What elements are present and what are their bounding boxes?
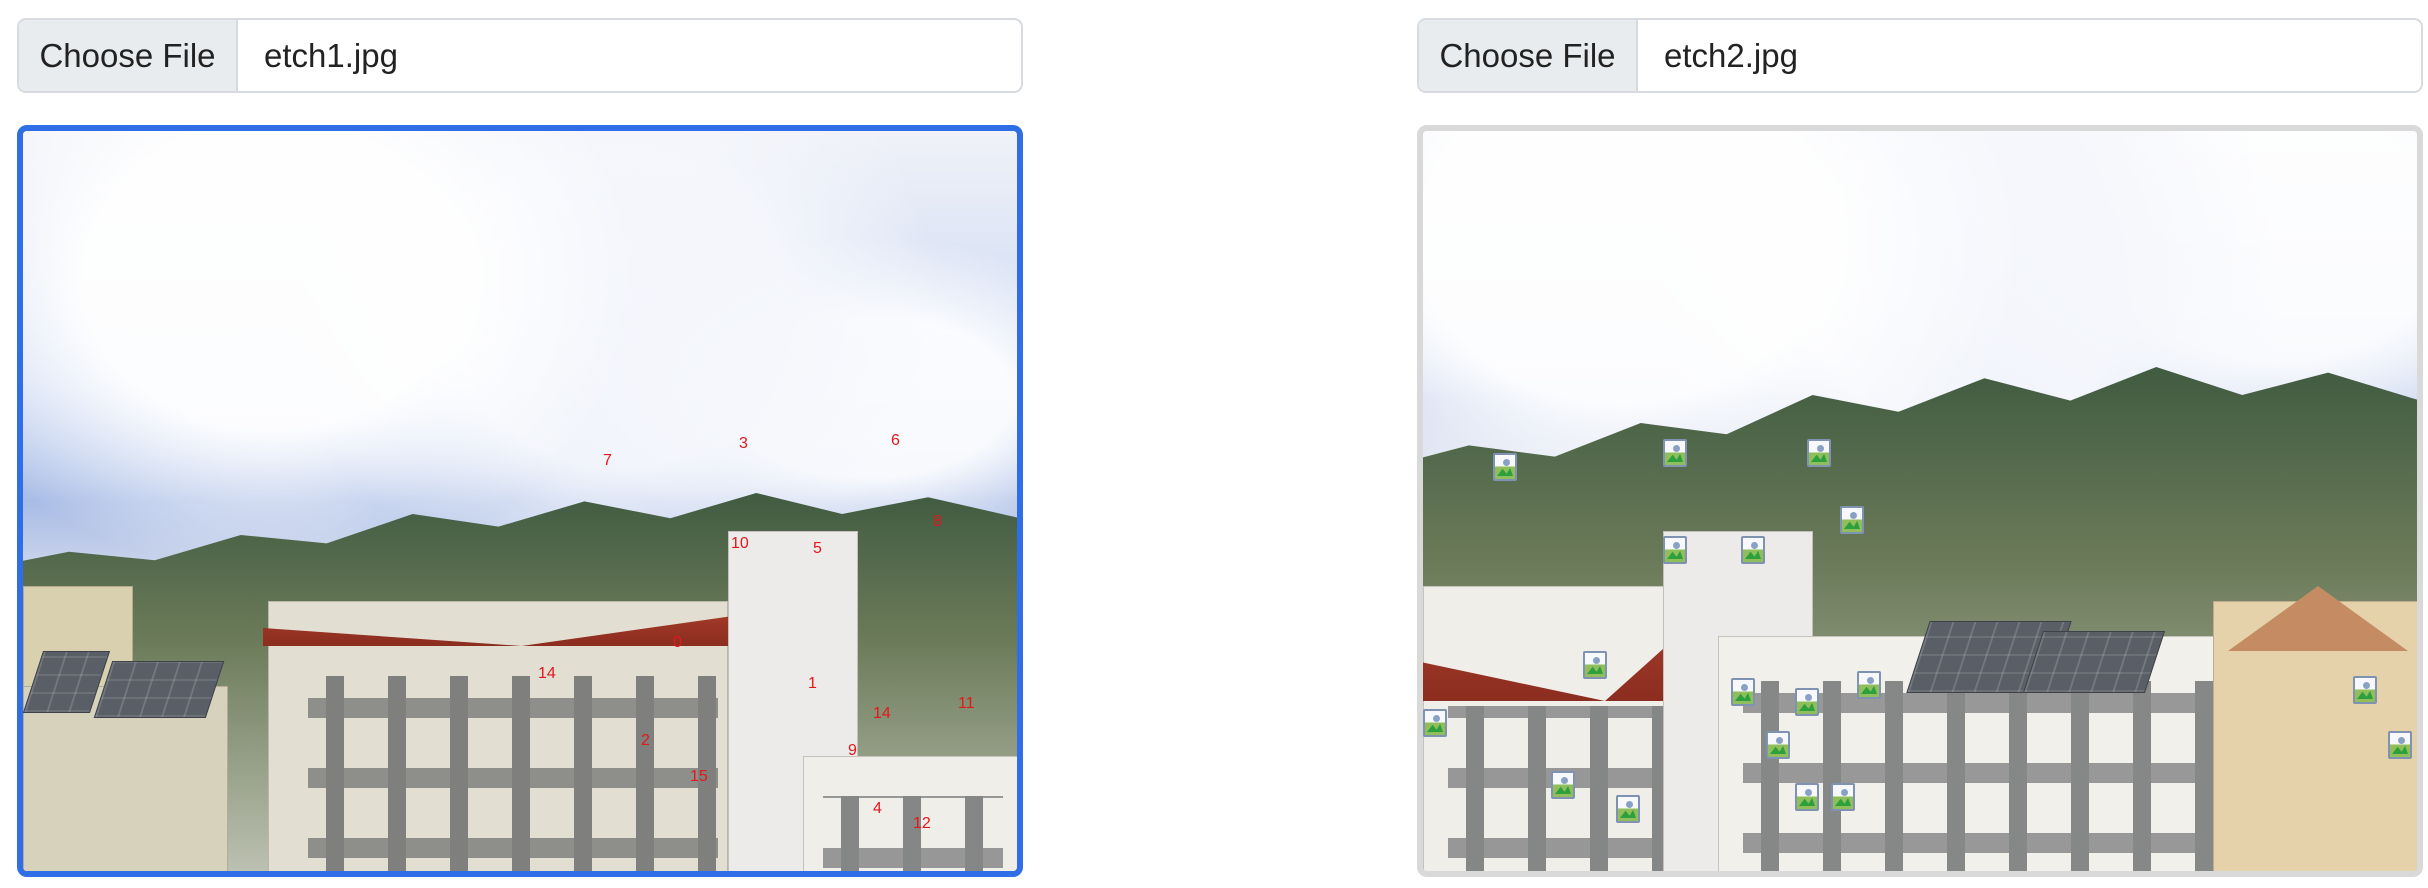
left-photo: 7 3 6 8 10 5 0 14 1 14 11 2 15 9 4 12: [23, 131, 1017, 871]
right-choose-file-button[interactable]: Choose File: [1419, 20, 1638, 91]
marker-4: 4: [873, 800, 882, 817]
thumbnail-icon: [1795, 783, 1819, 811]
left-pane: Choose File etch1.jpg 7 3 6 8 10 5 0 14 …: [17, 18, 1023, 877]
thumbnail-icon: [1741, 536, 1765, 564]
left-main-windows: [308, 676, 718, 871]
thumbnail-icon: [1840, 506, 1864, 534]
left-choose-file-button[interactable]: Choose File: [19, 20, 238, 91]
marker-8: 8: [933, 513, 942, 530]
thumbnail-icon: [1795, 688, 1819, 716]
right-pane: Choose File etch2.jpg: [1417, 18, 2423, 877]
marker-6: 6: [891, 432, 900, 449]
left-solar-panel-2: [93, 661, 225, 718]
thumbnail-icon: [1831, 783, 1855, 811]
marker-14: 14: [538, 665, 556, 682]
thumbnail-icon: [2353, 676, 2377, 704]
left-image-frame[interactable]: 7 3 6 8 10 5 0 14 1 14 11 2 15 9 4 12: [17, 125, 1023, 877]
thumbnail-icon: [1616, 795, 1640, 823]
right-solar-panel-2: [2022, 631, 2166, 693]
thumbnail-icon: [1423, 709, 1447, 737]
thumbnail-icon: [1766, 731, 1790, 759]
marker-5: 5: [813, 540, 822, 557]
thumbnail-icon: [1583, 651, 1607, 679]
marker-10: 10: [731, 535, 749, 552]
marker-14b: 14: [873, 705, 891, 722]
left-file-input[interactable]: Choose File etch1.jpg: [17, 18, 1023, 93]
marker-12: 12: [913, 815, 931, 832]
marker-1: 1: [808, 675, 817, 692]
marker-15: 15: [690, 768, 708, 785]
left-file-name: etch1.jpg: [264, 36, 398, 74]
thumbnail-icon: [1731, 678, 1755, 706]
left-right-windows: [823, 796, 1003, 871]
thumbnail-icon: [1807, 439, 1831, 467]
right-file-input[interactable]: Choose File etch2.jpg: [1417, 18, 2423, 93]
thumbnail-icon: [1663, 536, 1687, 564]
right-file-name: etch2.jpg: [1664, 36, 1798, 74]
thumbnail-icon: [1493, 453, 1517, 481]
marker-9: 9: [848, 742, 857, 759]
marker-7: 7: [603, 452, 612, 469]
right-image-frame[interactable]: [1417, 125, 2423, 877]
thumbnail-icon: [2388, 731, 2412, 759]
right-photo: [1423, 131, 2417, 871]
marker-3: 3: [739, 435, 748, 452]
thumbnail-icon: [1551, 771, 1575, 799]
marker-2: 2: [641, 732, 650, 749]
thumbnail-icon: [1663, 439, 1687, 467]
thumbnail-icon: [1857, 671, 1881, 699]
marker-11: 11: [958, 695, 975, 712]
marker-0: 0: [673, 634, 682, 651]
